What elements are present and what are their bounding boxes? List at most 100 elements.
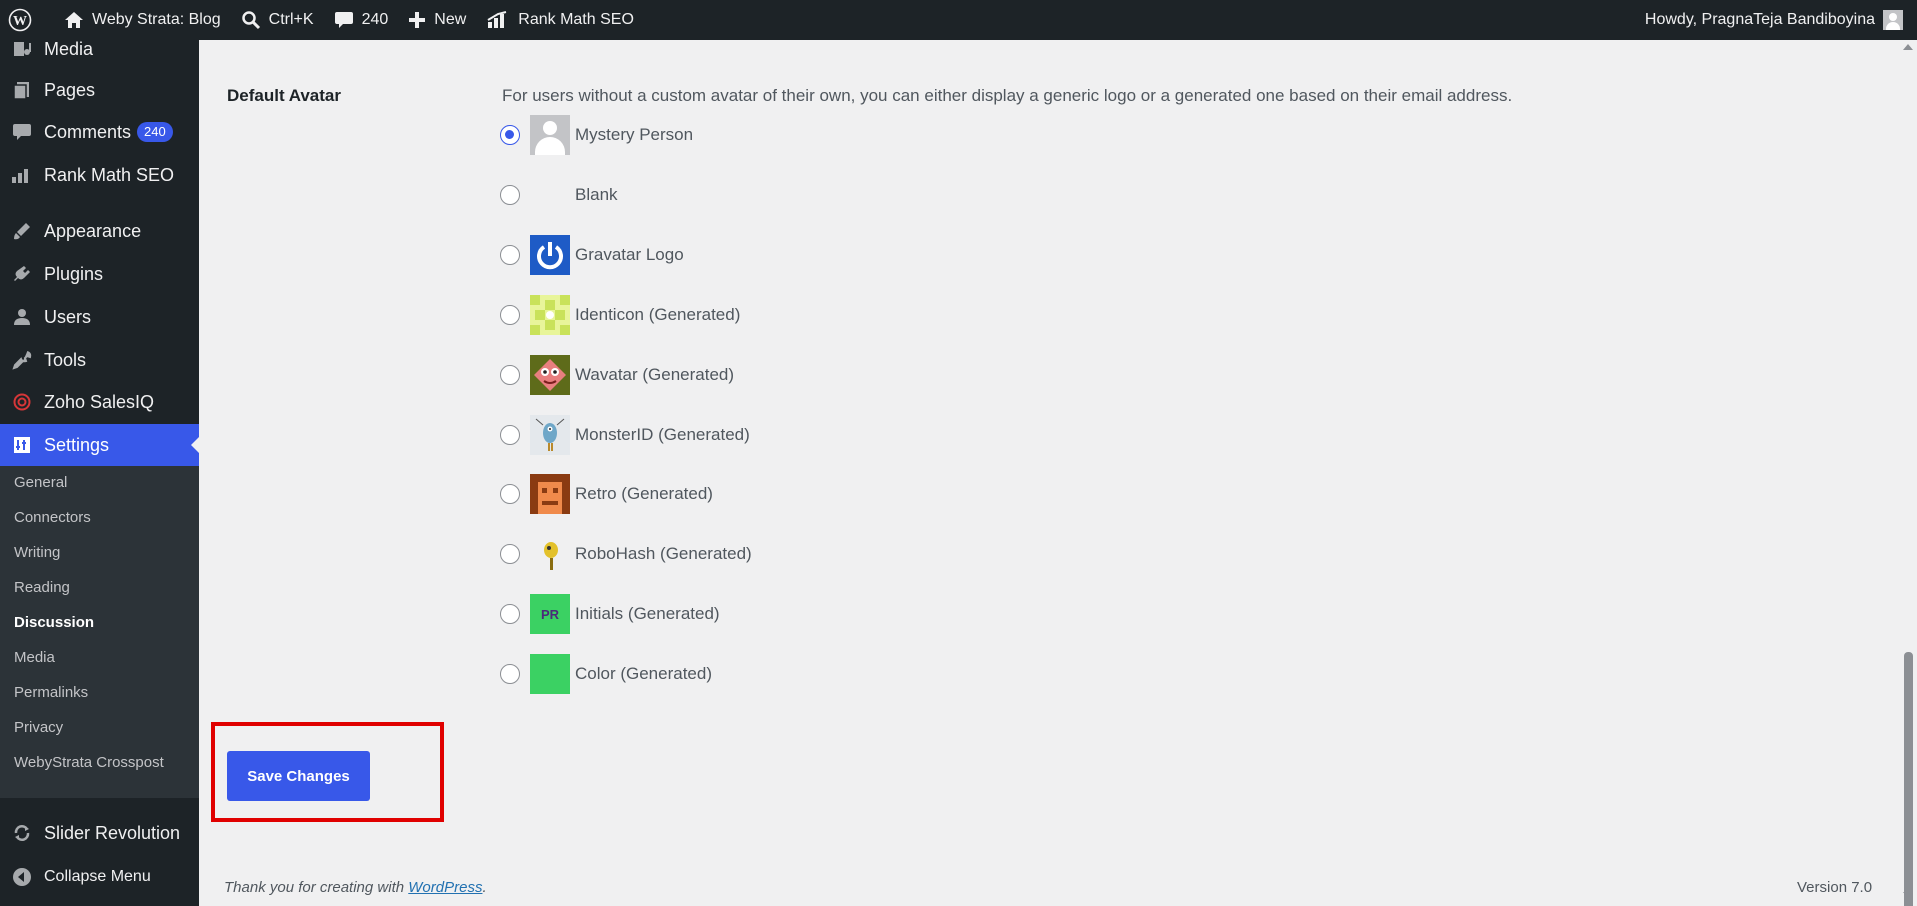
collapse-icon	[10, 865, 34, 889]
rankmath-icon	[10, 163, 34, 187]
submenu-item-connectors[interactable]: Connectors	[14, 509, 91, 526]
initials-avatar-icon: PR	[530, 594, 570, 634]
blank-avatar-icon	[530, 175, 570, 215]
pages-icon	[10, 78, 34, 102]
submenu-item-webystrata-crosspost[interactable]: WebyStrata Crosspost	[14, 754, 164, 771]
svg-text:W: W	[13, 14, 27, 29]
sidebar-item-label: Slider Revolution	[44, 822, 181, 843]
gravatar-logo-icon	[530, 235, 570, 275]
sidebar-item-settings[interactable]: Settings	[0, 424, 199, 466]
my-account-link[interactable]: Howdy, PragnaTeja Bandiboyina	[1635, 0, 1917, 40]
sidebar-item-zoho-salesiq[interactable]: Zoho SalesIQ	[0, 381, 199, 423]
avatar-option-identicon[interactable]: Identicon (Generated)	[500, 294, 740, 336]
radio-button[interactable]	[500, 484, 520, 504]
appearance-icon	[10, 219, 34, 243]
settings-icon	[10, 433, 34, 457]
sidebar-item-comments[interactable]: Comments 240	[0, 111, 199, 153]
howdy-text: Howdy, PragnaTeja Bandiboyina	[1644, 11, 1875, 28]
sidebar-item-label: Rank Math SEO	[44, 164, 175, 185]
radio-button[interactable]	[500, 305, 520, 325]
avatar-option-initials[interactable]: PR Initials (Generated)	[500, 593, 720, 635]
new-content-link[interactable]: New	[398, 0, 476, 40]
wordpress-link[interactable]: WordPress	[408, 879, 482, 896]
default-avatar-description: For users without a custom avatar of the…	[502, 86, 1513, 105]
submenu-item-reading[interactable]: Reading	[14, 579, 70, 596]
avatar-option-retro[interactable]: Retro (Generated)	[500, 473, 713, 515]
initials-text: PR	[540, 606, 560, 622]
comment-bubble-icon	[334, 12, 353, 28]
sidebar-item-rank-math-seo[interactable]: Rank Math SEO	[0, 154, 199, 196]
default-avatar-label: Default Avatar	[227, 86, 341, 105]
comments-count-badge: 240	[137, 122, 173, 142]
robohash-avatar-icon	[530, 534, 570, 574]
radio-button[interactable]	[500, 664, 520, 684]
rankmath-link[interactable]: Rank Math SEO	[476, 0, 644, 40]
footer-thanks: Thank you for creating with WordPress.	[224, 879, 487, 896]
sidebar-item-label: Pages	[44, 79, 96, 100]
avatar-option-monsterid[interactable]: MonsterID (Generated)	[500, 414, 750, 456]
avatar	[1883, 10, 1903, 30]
search-shortcut: Ctrl+K	[268, 11, 314, 28]
admin-sidebar: Media Pages Comments 240 Rank Math SEO A…	[0, 38, 199, 906]
submenu-item-privacy[interactable]: Privacy	[14, 719, 63, 736]
avatar-option-robohash[interactable]: RoboHash (Generated)	[500, 533, 752, 575]
sidebar-item-label: Collapse Menu	[44, 868, 151, 885]
submenu-item-general[interactable]: General	[14, 474, 67, 491]
radio-button[interactable]	[500, 125, 520, 145]
site-name-link[interactable]: Weby Strata: Blog	[54, 0, 231, 40]
collapse-menu-button[interactable]: Collapse Menu	[0, 856, 199, 898]
wordpress-logo-icon[interactable]: W	[0, 0, 54, 40]
admin-bar: W Weby Strata: Blog Ctrl+K 240 New Rank …	[0, 0, 1917, 40]
radio-button[interactable]	[500, 185, 520, 205]
submenu-item-media[interactable]: Media	[14, 649, 55, 666]
sidebar-item-users[interactable]: Users	[0, 296, 199, 338]
settings-submenu: General Connectors Writing Reading Discu…	[0, 466, 199, 798]
zoho-icon	[10, 390, 34, 414]
identicon-avatar-icon	[530, 295, 570, 335]
home-icon	[65, 12, 83, 28]
avatar-option-blank[interactable]: Blank	[500, 174, 618, 216]
sidebar-item-tools[interactable]: Tools	[0, 339, 199, 381]
save-changes-button[interactable]: Save Changes	[227, 751, 370, 801]
comments-count: 240	[361, 11, 389, 28]
monsterid-avatar-icon	[530, 415, 570, 455]
sidebar-item-appearance[interactable]: Appearance	[0, 210, 199, 252]
radio-button[interactable]	[500, 544, 520, 564]
radio-button[interactable]	[500, 245, 520, 265]
tools-icon	[10, 348, 34, 372]
avatar-option-wavatar[interactable]: Wavatar (Generated)	[500, 354, 734, 396]
scroll-down-arrow-icon[interactable]	[1903, 892, 1913, 898]
page-scrollbar[interactable]	[1900, 40, 1917, 906]
sidebar-item-pages[interactable]: Pages	[0, 69, 199, 111]
comments-icon	[10, 120, 34, 144]
radio-button[interactable]	[500, 365, 520, 385]
avatar-option-color[interactable]: Color (Generated)	[500, 653, 712, 695]
sidebar-item-slider-revolution[interactable]: Slider Revolution	[0, 812, 199, 854]
sidebar-item-plugins[interactable]: Plugins	[0, 253, 199, 295]
submenu-item-discussion[interactable]: Discussion	[14, 614, 94, 631]
avatar-option-mystery-person[interactable]: Mystery Person	[500, 114, 693, 156]
submenu-item-writing[interactable]: Writing	[14, 544, 60, 561]
rankmath-icon	[487, 11, 507, 28]
rankmath-label: Rank Math SEO	[518, 11, 634, 28]
sidebar-item-label: Tools	[44, 349, 87, 370]
sidebar-item-label: Plugins	[44, 263, 104, 284]
scrollbar-thumb[interactable]	[1904, 652, 1913, 906]
users-icon	[10, 305, 34, 329]
radio-button[interactable]	[500, 604, 520, 624]
mystery-person-avatar-icon	[530, 115, 570, 155]
sidebar-item-label: Users	[44, 306, 92, 327]
command-search[interactable]: Ctrl+K	[231, 0, 324, 40]
search-icon	[241, 11, 260, 30]
footer-version: Version 7.0	[1797, 879, 1873, 896]
submenu-item-permalinks[interactable]: Permalinks	[14, 684, 88, 701]
radio-button[interactable]	[500, 425, 520, 445]
sidebar-item-label: Media	[44, 38, 94, 59]
scroll-up-arrow-icon[interactable]	[1903, 44, 1913, 50]
sidebar-item-label: Zoho SalesIQ	[44, 391, 155, 412]
avatar-option-gravatar-logo[interactable]: Gravatar Logo	[500, 234, 684, 276]
new-label: New	[434, 11, 467, 28]
slider-revolution-icon	[10, 821, 34, 845]
wavatar-avatar-icon	[530, 355, 570, 395]
comments-link[interactable]: 240	[324, 0, 399, 40]
